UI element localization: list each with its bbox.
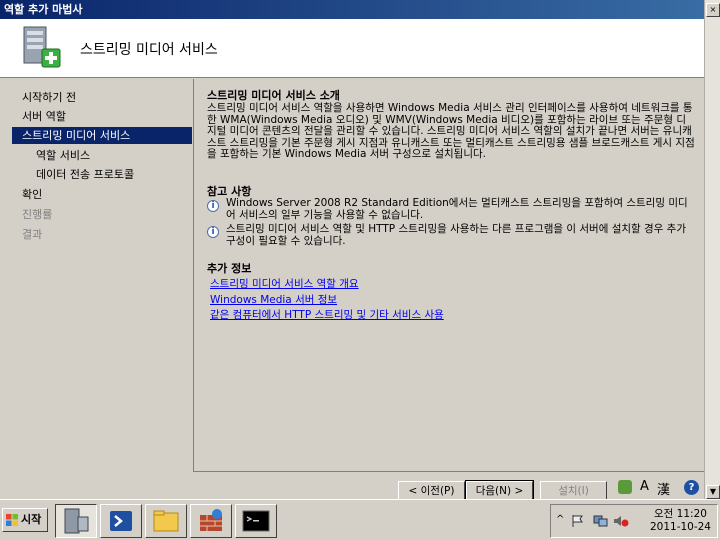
info-icon: i	[207, 226, 219, 238]
window-title: 역할 추가 마법사	[4, 3, 83, 16]
ime-language-icon[interactable]	[618, 480, 632, 494]
taskbar-server-manager[interactable]	[55, 504, 97, 538]
nav-step-before-you-begin[interactable]: 시작하기 전	[22, 89, 76, 106]
nav-step-confirmation[interactable]: 확인	[22, 186, 42, 203]
network-icon[interactable]	[593, 514, 609, 528]
link-streaming-overview[interactable]: 스트리밍 미디어 서비스 역할 개요	[210, 276, 359, 291]
ime-toolbar: A 漢 ?	[612, 477, 704, 499]
nav-step-streaming-media[interactable]: 스트리밍 미디어 서비스	[12, 127, 192, 144]
folder-icon	[153, 510, 179, 532]
next-button[interactable]: 다음(N) >	[465, 480, 534, 502]
ime-hanja[interactable]: 漢	[657, 479, 670, 498]
install-button: 설치(I)	[540, 481, 607, 501]
nav-step-progress: 진행률	[22, 208, 53, 221]
taskbar-explorer[interactable]	[145, 504, 187, 538]
intro-text: 스트리밍 미디어 서비스 역할을 사용하면 Windows Media 서비스 …	[207, 102, 695, 160]
powershell-icon	[110, 511, 132, 531]
taskbar-command-prompt[interactable]	[235, 504, 277, 538]
taskbar: 시작 ^ 오전 11:20 2011-10-24	[0, 499, 720, 540]
command-prompt-icon	[242, 510, 270, 532]
system-tray: ^ 오전 11:20 2011-10-24	[550, 504, 718, 538]
nav-step-role-services[interactable]: 역할 서비스	[36, 147, 90, 164]
previous-button[interactable]: < 이전(P)	[398, 481, 465, 501]
windows-flag-icon	[6, 514, 18, 526]
nav-step-results: 결과	[22, 228, 43, 241]
volume-muted-icon[interactable]	[613, 514, 629, 528]
link-windows-media-server-info[interactable]: Windows Media 서버 정보	[210, 292, 337, 307]
intro-heading: 스트리밍 미디어 서비스 소개	[207, 89, 340, 102]
clock[interactable]: 오전 11:20 2011-10-24	[650, 508, 711, 534]
link-http-streaming-same-computer[interactable]: 같은 컴퓨터에서 HTTP 스트리밍 및 기타 서비스 사용	[210, 307, 444, 322]
title-bar: 역할 추가 마법사	[0, 0, 720, 19]
info-icon: i	[207, 200, 219, 212]
wizard-steps-nav: 시작하기 전 서버 역할 스트리밍 미디어 서비스 역할 서비스 데이터 전송 …	[0, 79, 193, 499]
note-item: i 스트리밍 미디어 서비스 역할 및 HTTP 스트리밍을 사용하는 다른 프…	[207, 223, 697, 247]
help-icon[interactable]: ?	[684, 480, 699, 495]
ime-mode-a[interactable]: A	[640, 479, 649, 494]
server-manager-icon	[64, 508, 89, 534]
nav-step-data-transfer-protocols[interactable]: 데이터 전송 프로토콜	[36, 166, 134, 183]
start-button[interactable]: 시작	[2, 508, 48, 532]
action-center-flag-icon[interactable]	[571, 514, 585, 528]
wizard-header: 스트리밍 미디어 서비스	[0, 19, 704, 78]
right-scroll-strip[interactable]: × ▼	[704, 0, 720, 499]
clock-time: 오전 11:20	[654, 508, 707, 520]
close-icon[interactable]: ×	[706, 3, 720, 17]
note-text: 스트리밍 미디어 서비스 역할 및 HTTP 스트리밍을 사용하는 다른 프로그…	[226, 223, 686, 247]
start-label: 시작	[21, 513, 42, 526]
firewall-icon	[200, 509, 222, 531]
chevron-down-icon[interactable]: ▼	[706, 485, 720, 499]
server-add-role-icon	[23, 26, 61, 68]
taskbar-powershell[interactable]	[100, 504, 142, 538]
more-info-heading: 추가 정보	[207, 262, 252, 275]
clock-date: 2011-10-24	[649, 521, 711, 533]
nav-step-server-roles[interactable]: 서버 역할	[22, 108, 66, 125]
page-title: 스트리밍 미디어 서비스	[80, 42, 218, 58]
main-content: 스트리밍 미디어 서비스 소개 스트리밍 미디어 서비스 역할을 사용하면 Wi…	[193, 79, 704, 471]
note-text: Windows Server 2008 R2 Standard Edition에…	[226, 197, 688, 221]
taskbar-firewall[interactable]	[190, 504, 232, 538]
note-item: i Windows Server 2008 R2 Standard Editio…	[207, 197, 697, 221]
chevron-up-icon[interactable]: ^	[556, 514, 564, 525]
